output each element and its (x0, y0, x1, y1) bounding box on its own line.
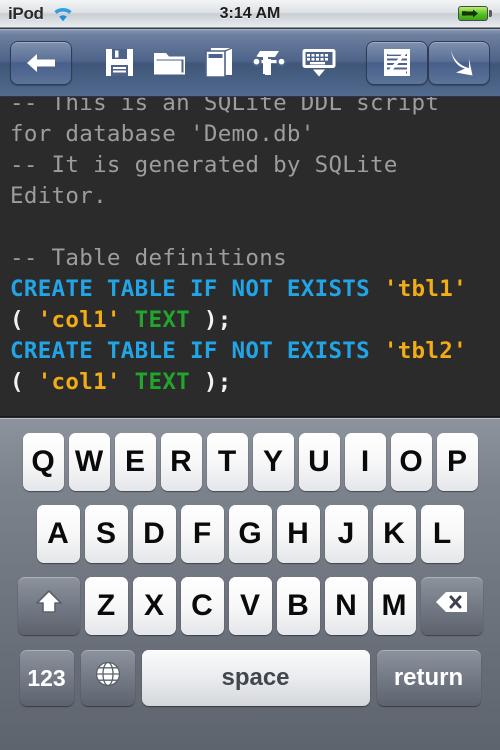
key-c[interactable]: C (180, 577, 224, 635)
status-clock: 3:14 AM (219, 4, 281, 22)
sql-script-editor[interactable]: -- This is an SQLite DDL script for data… (0, 97, 500, 417)
table-wrench-icon (252, 47, 286, 78)
key-d[interactable]: D (132, 505, 176, 563)
return-key[interactable]: return (376, 650, 481, 706)
key-g[interactable]: G (228, 505, 272, 563)
back-arrow-icon (24, 51, 58, 75)
key-i[interactable]: I (344, 433, 386, 491)
key-l[interactable]: L (420, 505, 464, 563)
keyboard-row-1: QWERTYUIOP (0, 426, 500, 498)
database-button[interactable] (194, 41, 244, 85)
key-y[interactable]: Y (252, 433, 294, 491)
execute-button[interactable] (428, 40, 490, 85)
battery-charging-icon (458, 6, 492, 21)
key-n[interactable]: N (324, 577, 368, 635)
code-content[interactable]: -- This is an SQLite DDL script for data… (10, 97, 490, 398)
code-token: ); (190, 307, 232, 333)
key-m[interactable]: M (372, 577, 416, 635)
backspace-key[interactable] (420, 577, 483, 635)
book-icon (205, 47, 233, 78)
status-bar: iPod 3:14 AM (0, 0, 500, 28)
globe-key[interactable] (80, 650, 135, 706)
keyboard-dismiss-icon (301, 47, 337, 78)
key-w[interactable]: W (68, 433, 110, 491)
script-document-icon (382, 47, 412, 78)
keyboard-row-3: ZXCVBNM (0, 570, 500, 642)
open-folder-button[interactable] (144, 41, 194, 85)
code-token: ); (190, 369, 232, 395)
key-u[interactable]: U (298, 433, 340, 491)
code-token: TEXT (134, 369, 191, 395)
key-j[interactable]: J (324, 505, 368, 563)
key-r[interactable]: R (160, 433, 202, 491)
code-line: -- It is generated by SQLite Editor. (10, 150, 490, 212)
globe-icon (93, 659, 123, 697)
numeric-key[interactable]: 123 (19, 650, 74, 706)
key-v[interactable]: V (228, 577, 272, 635)
save-button[interactable] (94, 41, 144, 85)
code-token: 'col1' (37, 369, 121, 395)
code-token: 'tbl1' (383, 276, 467, 302)
code-token: -- Table definitions (10, 245, 287, 271)
code-token: CREATE TABLE IF NOT EXISTS (10, 338, 384, 364)
code-token: -- This is an SQLite DDL script for data… (10, 97, 454, 147)
code-token: -- It is generated by SQLite Editor. (10, 152, 412, 209)
schema-tools-button[interactable] (244, 41, 294, 85)
code-line: -- This is an SQLite DDL script for data… (10, 97, 490, 150)
space-key[interactable]: space (141, 650, 370, 706)
keyboard-row-4: 123 space return (0, 642, 500, 714)
key-k[interactable]: K (372, 505, 416, 563)
code-token: 'col1' (37, 307, 121, 333)
code-token: CREATE TABLE IF NOT EXISTS (10, 276, 384, 302)
key-b[interactable]: B (276, 577, 320, 635)
keyboard-letters-3: ZXCVBNM (84, 577, 416, 635)
key-e[interactable]: E (114, 433, 156, 491)
onscreen-keyboard: QWERTYUIOP ASDFGHJKL ZXCVBNM 123 space r… (0, 418, 500, 750)
code-token: TEXT (134, 307, 191, 333)
key-q[interactable]: Q (22, 433, 64, 491)
code-line: -- Table definitions (10, 243, 490, 274)
carrier-label: iPod (8, 3, 44, 23)
script-button[interactable] (366, 40, 428, 85)
folder-icon (153, 49, 186, 77)
key-s[interactable]: S (84, 505, 128, 563)
iphone-screen: iPod 3:14 AM -- This is an SQLite DDL sc… (0, 0, 500, 750)
keyboard-row-2: ASDFGHJKL (0, 498, 500, 570)
backspace-icon (434, 589, 470, 623)
app-toolbar (0, 28, 500, 97)
code-token: 'tbl2' (383, 338, 467, 364)
shift-arrow-icon (34, 587, 64, 625)
key-h[interactable]: H (276, 505, 320, 563)
key-t[interactable]: T (206, 433, 248, 491)
key-a[interactable]: A (36, 505, 80, 563)
key-z[interactable]: Z (84, 577, 128, 635)
wifi-icon (52, 6, 74, 22)
back-button[interactable] (10, 40, 72, 85)
diagonal-arrow-icon (444, 47, 474, 78)
key-x[interactable]: X (132, 577, 176, 635)
code-line: CREATE TABLE IF NOT EXISTS 'tbl1' ( 'col… (10, 274, 490, 336)
code-line: CREATE TABLE IF NOT EXISTS 'tbl2' ( 'col… (10, 336, 490, 398)
floppy-disk-icon (104, 47, 135, 78)
key-p[interactable]: P (436, 433, 478, 491)
hide-keyboard-button[interactable] (294, 41, 344, 85)
key-f[interactable]: F (180, 505, 224, 563)
shift-key[interactable] (17, 577, 80, 635)
key-o[interactable]: O (390, 433, 432, 491)
